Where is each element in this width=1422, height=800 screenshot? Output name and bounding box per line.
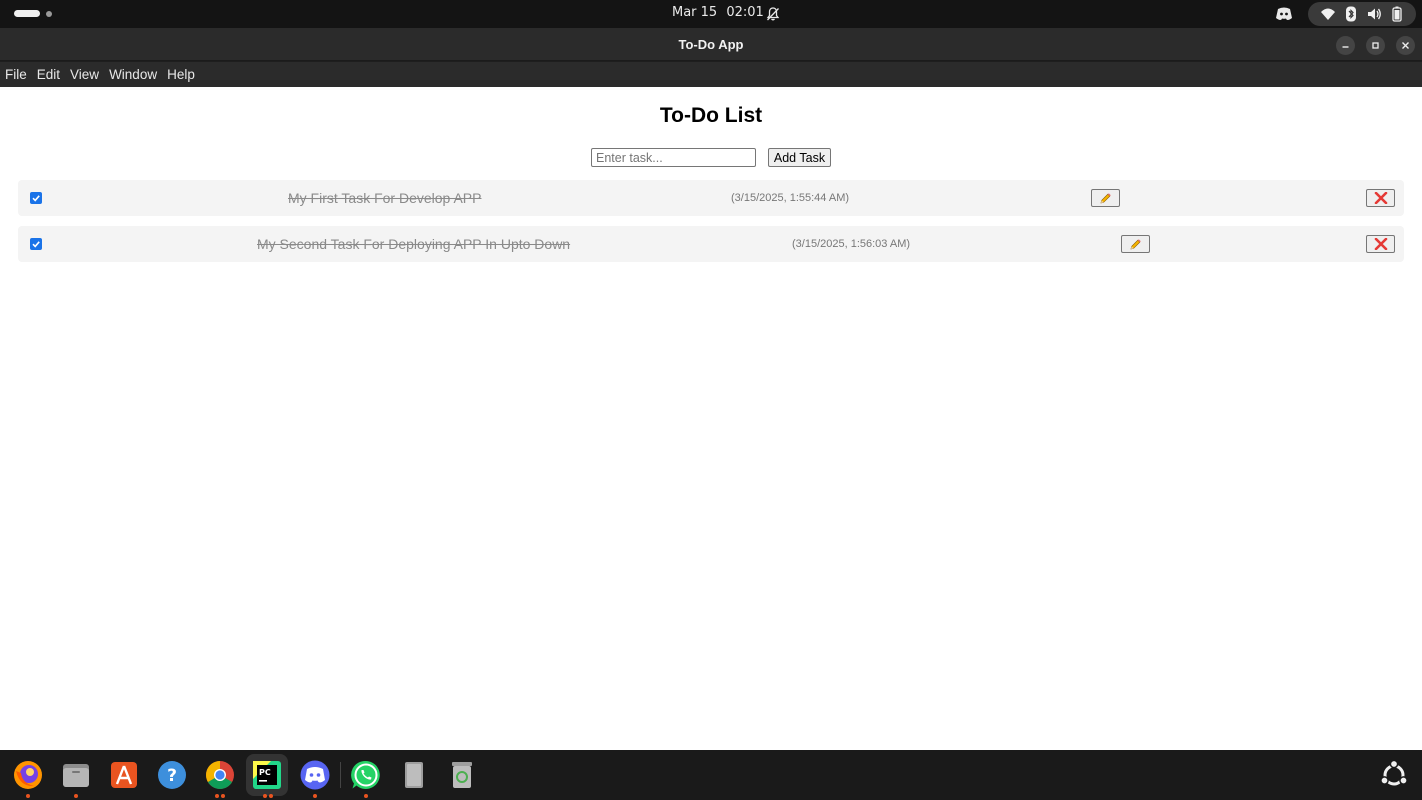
delete-task-button[interactable] [1366, 235, 1395, 253]
task-input[interactable] [591, 148, 756, 167]
page-title: To-Do List [659, 104, 763, 127]
checkmark-icon [32, 195, 40, 202]
dock-separator [340, 762, 341, 788]
minimize-button[interactable] [1336, 36, 1355, 55]
help-icon: ? [158, 761, 186, 789]
trash-icon [452, 762, 472, 788]
menu-edit[interactable]: Edit [37, 67, 60, 82]
pencil-icon [1100, 192, 1111, 203]
running-indicator [263, 794, 267, 798]
clock-time: 02:01 [726, 5, 764, 20]
dock-pycharm[interactable]: PC [251, 759, 283, 791]
volume-icon [1367, 8, 1381, 20]
dock-chrome[interactable] [204, 759, 236, 791]
maximize-button[interactable] [1366, 36, 1385, 55]
dock-files[interactable] [60, 759, 92, 791]
menu-bar: File Edit View Window Help [0, 62, 1422, 87]
dock-trash[interactable] [446, 759, 478, 791]
show-apps-icon [1380, 759, 1408, 786]
svg-text:?: ? [167, 766, 177, 786]
app-center-icon [111, 762, 137, 788]
wifi-icon [1320, 8, 1335, 20]
workspace-dot [46, 10, 52, 17]
task-complete-checkbox[interactable] [30, 238, 42, 250]
task-row: My Second Task For Deploying APP In Upto… [18, 226, 1404, 262]
delete-task-button[interactable] [1366, 189, 1395, 207]
minimize-icon [1342, 46, 1349, 48]
running-indicator [364, 794, 368, 798]
dock-app-center[interactable] [108, 759, 140, 791]
window-title: To-Do App [678, 37, 744, 52]
task-text: My First Task For Develop APP [288, 190, 482, 206]
add-task-button[interactable]: Add Task [768, 148, 831, 167]
chrome-icon [206, 761, 234, 789]
running-indicator [269, 794, 273, 798]
pencil-icon [1130, 238, 1141, 249]
edit-task-button[interactable] [1121, 235, 1150, 253]
app-content: To-Do List Add Task My First Task For De… [0, 87, 1422, 750]
system-status-menu[interactable] [1308, 2, 1416, 26]
firefox-icon [14, 761, 42, 789]
menu-help[interactable]: Help [167, 67, 195, 82]
discord-icon [300, 760, 330, 790]
pycharm-icon: PC [253, 761, 281, 789]
restore-icon [1372, 42, 1379, 49]
running-indicator [221, 794, 225, 798]
system-top-bar: Mar 15 02:01 [0, 0, 1422, 28]
running-indicator [26, 794, 30, 798]
battery-icon [1391, 6, 1402, 22]
files-icon [63, 764, 89, 787]
task-timestamp: (3/15/2025, 1:56:03 AM) [792, 238, 911, 250]
workspace-active-pill [14, 10, 40, 17]
task-complete-checkbox[interactable] [30, 192, 42, 204]
dock-whatsapp[interactable] [350, 759, 382, 791]
discord-tray-icon[interactable] [1275, 6, 1293, 22]
close-icon [1402, 42, 1409, 49]
dock-show-apps[interactable] [1378, 759, 1410, 791]
task-row: My First Task For Develop APP (3/15/2025… [18, 180, 1404, 216]
task-timestamp: (3/15/2025, 1:55:44 AM) [731, 192, 850, 204]
whatsapp-icon [351, 760, 380, 789]
bluetooth-icon [1345, 6, 1356, 22]
dock-firefox[interactable] [12, 759, 44, 791]
clock-date: Mar 15 [672, 5, 718, 20]
menu-file[interactable]: File [5, 67, 27, 82]
task-text: My Second Task For Deploying APP In Upto… [257, 236, 571, 252]
red-x-icon [1374, 238, 1387, 250]
window-title-bar[interactable]: To-Do App [0, 28, 1422, 61]
text-editor-icon [405, 762, 423, 788]
dock-help[interactable]: ? [156, 759, 188, 791]
running-indicator [74, 794, 78, 798]
menu-window[interactable]: Window [109, 67, 157, 82]
notifications-muted-icon[interactable] [765, 6, 781, 22]
edit-task-button[interactable] [1091, 189, 1120, 207]
close-window-button[interactable] [1396, 36, 1415, 55]
dock-text-editor[interactable] [398, 759, 430, 791]
running-indicator [313, 794, 317, 798]
activities-indicator[interactable] [14, 10, 52, 17]
clock[interactable]: Mar 15 02:01 [672, 5, 769, 20]
running-indicator [215, 794, 219, 798]
red-x-icon [1374, 192, 1387, 204]
checkmark-icon [32, 241, 40, 248]
menu-view[interactable]: View [70, 67, 99, 82]
dock-discord[interactable] [299, 759, 331, 791]
svg-text:PC: PC [259, 768, 271, 777]
dock: ? PC [0, 750, 1422, 800]
